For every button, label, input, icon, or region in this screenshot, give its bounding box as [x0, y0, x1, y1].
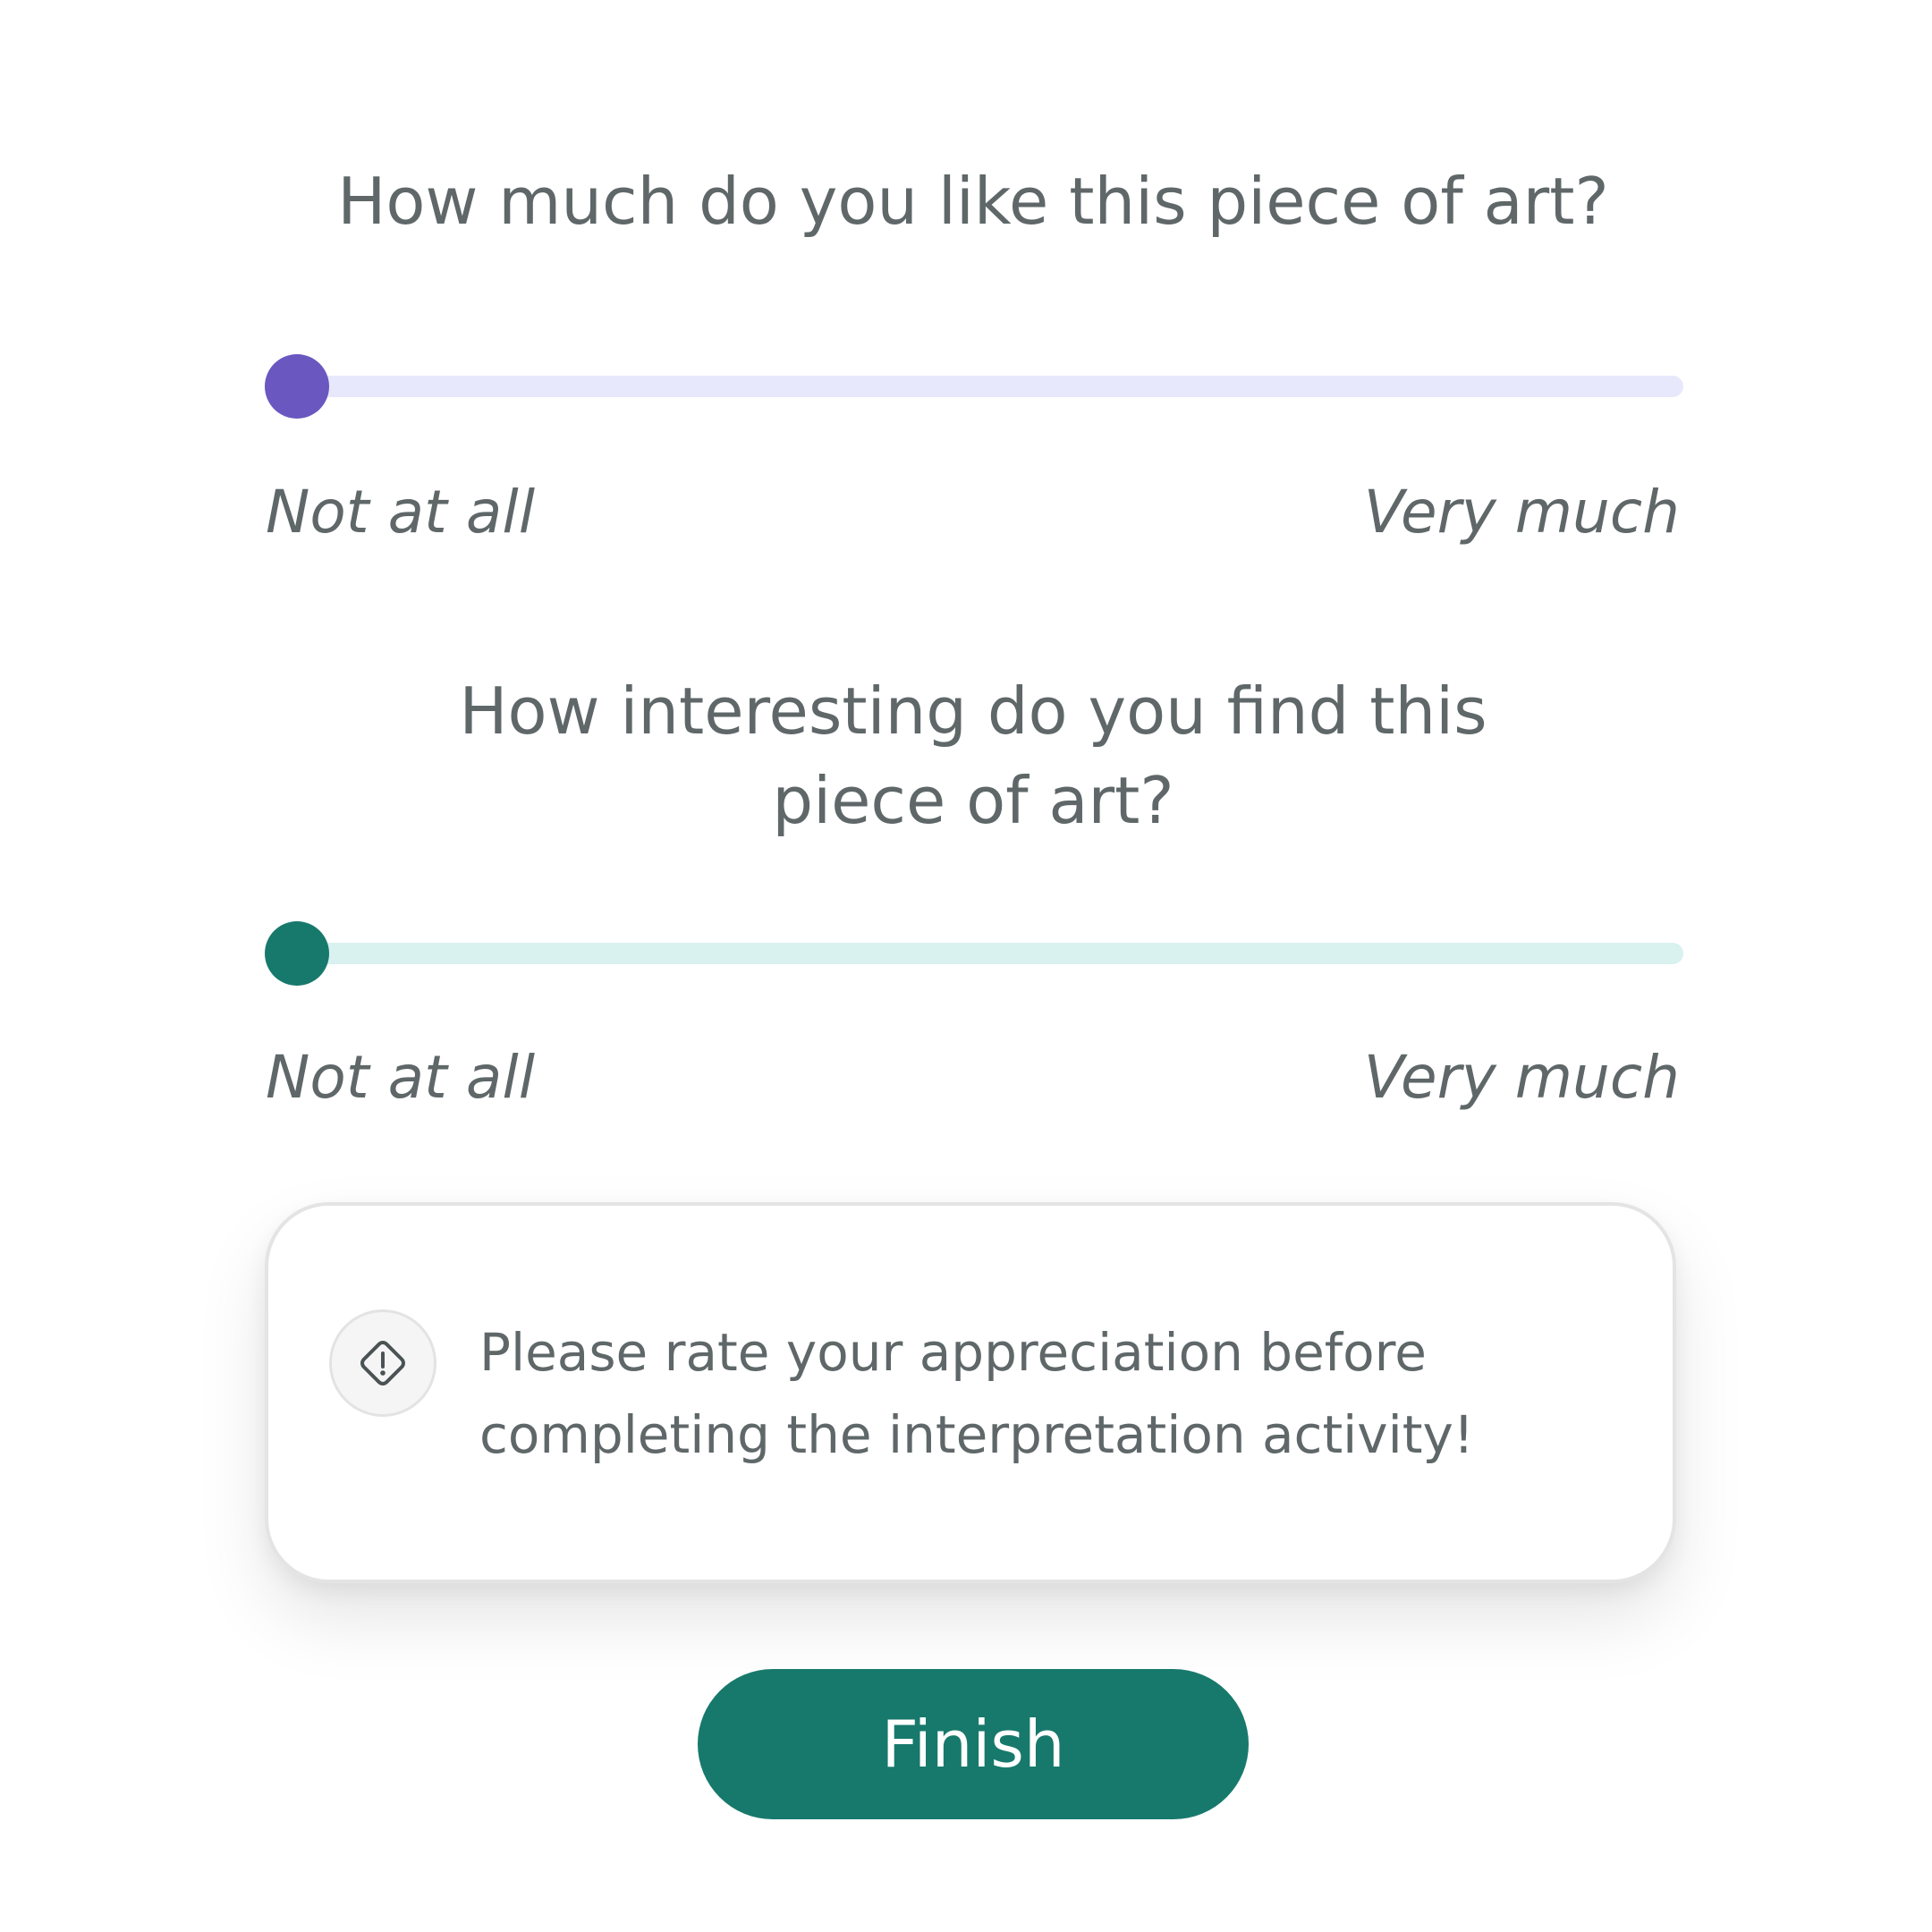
liking-slider[interactable] [265, 349, 1683, 420]
scale-min-label: Not at all [266, 1043, 536, 1112]
scale-max-label: Very much [1363, 478, 1680, 547]
question-2-title: How interesting do you find this piece o… [459, 674, 1487, 838]
slider-track[interactable] [292, 376, 1683, 397]
scale-min-label: Not at all [266, 478, 536, 547]
scale-max-label: Very much [1363, 1043, 1680, 1112]
finish-button[interactable]: Finish [698, 1669, 1249, 1819]
slider-track[interactable] [292, 943, 1683, 964]
validation-alert: Please rate your appreciation before com… [265, 1202, 1676, 1583]
alert-message: Please rate your appreciation before com… [479, 1322, 1475, 1465]
question-1-title: How much do you like this piece of art? [337, 164, 1609, 239]
interest-slider[interactable] [265, 916, 1683, 987]
warning-diamond-icon [329, 1309, 436, 1417]
slider-thumb[interactable] [265, 354, 329, 419]
slider-thumb[interactable] [265, 921, 329, 986]
